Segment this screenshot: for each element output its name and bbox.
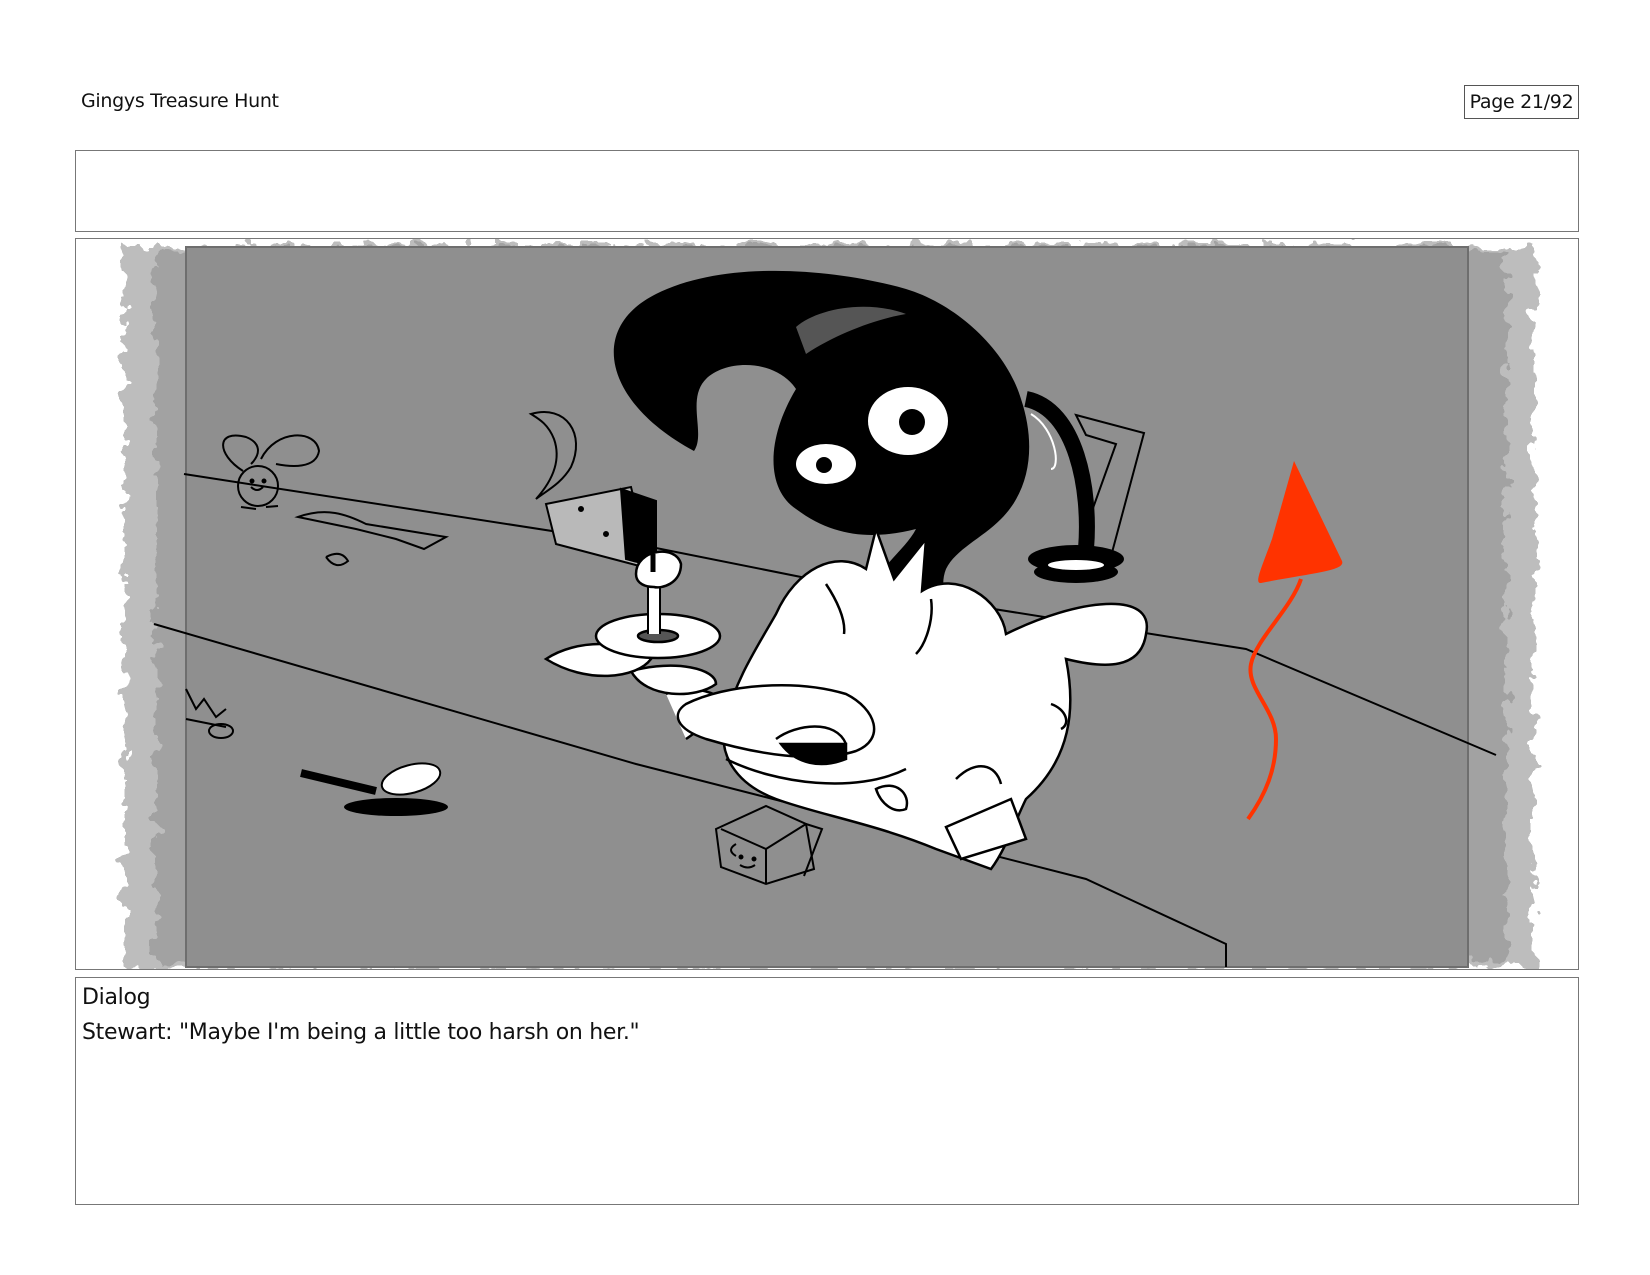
storyboard-artwork xyxy=(76,239,1578,969)
dialog-line: Stewart: "Maybe I'm being a little too h… xyxy=(82,1020,640,1045)
notes-box xyxy=(75,150,1579,232)
document-title: Gingys Treasure Hunt xyxy=(81,90,279,112)
storyboard-panel xyxy=(75,238,1579,970)
dialog-heading: Dialog xyxy=(82,985,151,1010)
page-number-box: Page 21/92 xyxy=(1464,85,1579,119)
dialog-box: Dialog Stewart: "Maybe I'm being a littl… xyxy=(75,977,1579,1205)
